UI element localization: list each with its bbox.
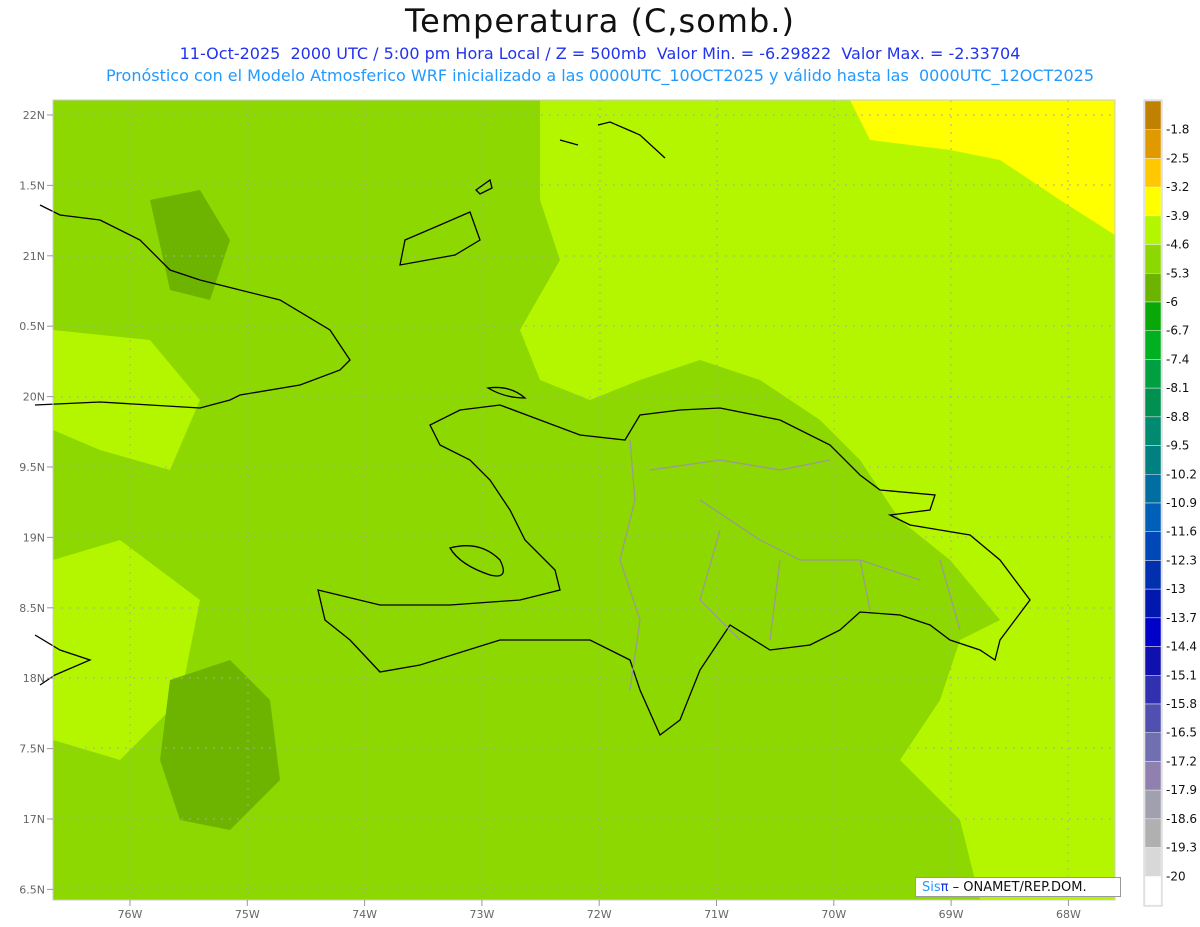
lat-label: 18N bbox=[23, 672, 45, 685]
colorbar-bin bbox=[1144, 158, 1162, 188]
lat-label: 1.5N bbox=[19, 179, 45, 192]
lat-label: 7.5N bbox=[19, 743, 45, 756]
lon-label: 68W bbox=[1056, 908, 1081, 921]
colorbar-bin bbox=[1144, 789, 1162, 820]
temperature-map: 22N 1.5N 21N 0.5N 20N 9.5N 19N 8.5N 18N 7.5N 17N 6.… bbox=[19, 99, 1197, 921]
colorbar-bin bbox=[1144, 244, 1162, 274]
lon-label: 76W bbox=[118, 908, 143, 921]
colorbar-bin bbox=[1144, 732, 1162, 762]
colorbar-bin bbox=[1144, 359, 1162, 389]
colorbar-bin bbox=[1144, 617, 1162, 647]
colorbar-bin bbox=[1144, 675, 1162, 705]
lat-label: 19N bbox=[23, 531, 45, 544]
colorbar-bin bbox=[1144, 273, 1162, 303]
lat-label: 9.5N bbox=[19, 461, 45, 474]
lat-label: 21N bbox=[23, 250, 45, 263]
colorbar-bin bbox=[1144, 502, 1162, 532]
colorbar-label: -16.5 bbox=[1166, 726, 1197, 740]
colorbar-label: -19.3 bbox=[1166, 841, 1197, 855]
colorbar-label: -5.3 bbox=[1166, 266, 1189, 280]
colorbar-label: -11.6 bbox=[1166, 525, 1197, 539]
subtitle-model-info: Pronóstico con el Modelo Atmosferico WRF… bbox=[105, 66, 1095, 85]
colorbar-bin bbox=[1144, 387, 1162, 418]
credit-brand: Sis bbox=[922, 880, 941, 895]
colorbar-label: -15.8 bbox=[1166, 697, 1197, 711]
colorbar-label: -7.4 bbox=[1166, 352, 1189, 366]
colorbar-label: -9.5 bbox=[1166, 439, 1189, 453]
colorbar-bin bbox=[1144, 445, 1162, 475]
colorbar-bin bbox=[1144, 129, 1162, 159]
lat-label: 17N bbox=[23, 813, 45, 826]
colorbar-bin bbox=[1144, 416, 1162, 446]
credit-box: Sisπ – ONAMET/REP.DOM. bbox=[915, 877, 1121, 897]
colorbar-label: -13 bbox=[1166, 582, 1186, 596]
colorbar-label: -3.9 bbox=[1166, 209, 1189, 223]
map-title: Temperatura (C,somb.) bbox=[405, 2, 795, 40]
colorbar-bin bbox=[1144, 847, 1162, 877]
colorbar-label: -15.1 bbox=[1166, 668, 1197, 682]
colorbar-label: -8.8 bbox=[1166, 410, 1189, 424]
map-field bbox=[53, 100, 1115, 900]
lon-label: 73W bbox=[469, 908, 494, 921]
colorbar-label: -6.7 bbox=[1166, 324, 1189, 338]
lat-label: 8.5N bbox=[19, 602, 45, 615]
lon-label: 72W bbox=[587, 908, 612, 921]
credit-text: – ONAMET/REP.DOM. bbox=[948, 880, 1087, 895]
lon-label: 74W bbox=[352, 908, 377, 921]
colorbar-label: -10.2 bbox=[1166, 467, 1197, 481]
lon-label: 75W bbox=[235, 908, 260, 921]
colorbar-bin bbox=[1144, 761, 1162, 791]
colorbar-label: -18.6 bbox=[1166, 812, 1197, 826]
colorbar-bin bbox=[1144, 588, 1162, 619]
colorbar-label: -13.7 bbox=[1166, 611, 1197, 625]
colorbar-label: -17.2 bbox=[1166, 754, 1197, 768]
longitude-labels: 76W 75W 74W 73W 72W 71W 70W 69W 68W bbox=[118, 900, 1081, 921]
colorbar-legend: -1.8 -2.5 -3.2 -3.9 -4.6 -5.3 -6 -6.7 -7.4 -8.1 -8… bbox=[1143, 99, 1197, 907]
lon-label: 71W bbox=[704, 908, 729, 921]
lon-label: 70W bbox=[821, 908, 846, 921]
lat-label: 22N bbox=[23, 109, 45, 122]
colorbar-bin bbox=[1144, 215, 1162, 245]
colorbar-label: -3.2 bbox=[1166, 180, 1189, 194]
subtitle-date-values: 11-Oct-2025 2000 UTC / 5:00 pm Hora Loca… bbox=[179, 44, 1021, 63]
colorbar-label: -12.3 bbox=[1166, 553, 1197, 567]
colorbar-label: -10.9 bbox=[1166, 496, 1197, 510]
lon-label: 69W bbox=[939, 908, 964, 921]
colorbar-bin bbox=[1144, 330, 1162, 360]
colorbar-label: -1.8 bbox=[1166, 123, 1189, 137]
colorbar-bin bbox=[1144, 474, 1162, 504]
colorbar-bin bbox=[1144, 560, 1162, 590]
lat-label: 20N bbox=[23, 391, 45, 404]
colorbar-label: -17.9 bbox=[1166, 783, 1197, 797]
colorbar-label: -6 bbox=[1166, 295, 1178, 309]
colorbar-bin bbox=[1144, 186, 1162, 217]
colorbar-bin bbox=[1144, 876, 1162, 906]
colorbar-bin bbox=[1144, 100, 1162, 130]
lat-label: 0.5N bbox=[19, 320, 45, 333]
colorbar-label: -14.4 bbox=[1166, 640, 1197, 654]
colorbar-bin bbox=[1144, 703, 1162, 733]
colorbar-bin bbox=[1144, 301, 1162, 331]
latitude-labels: 22N 1.5N 21N 0.5N 20N 9.5N 19N 8.5N 18N 7.5N 17N 6.… bbox=[19, 109, 53, 896]
lat-label: 6.5N bbox=[19, 883, 45, 896]
colorbar-bin bbox=[1144, 531, 1162, 561]
colorbar-bin bbox=[1144, 818, 1162, 848]
colorbar-label: -8.1 bbox=[1166, 381, 1189, 395]
colorbar-bin bbox=[1144, 646, 1162, 676]
colorbar-label: -4.6 bbox=[1166, 238, 1189, 252]
colorbar-label: -20 bbox=[1166, 869, 1186, 883]
colorbar-label: -2.5 bbox=[1166, 151, 1189, 165]
